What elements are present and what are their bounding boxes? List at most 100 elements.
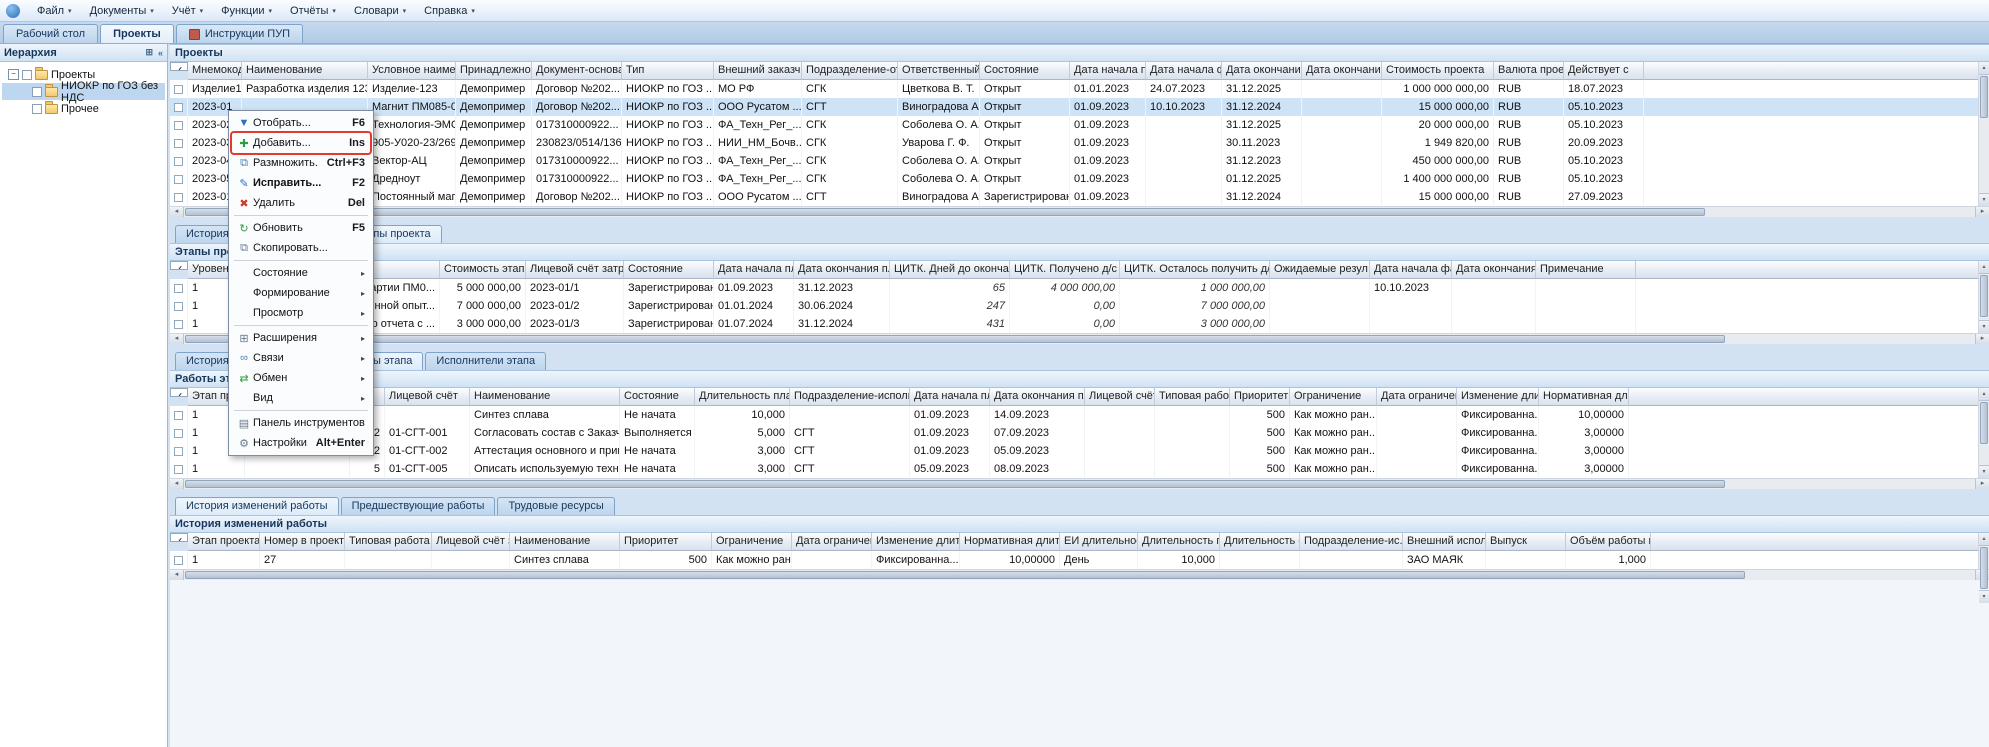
row-checkbox[interactable]: [174, 284, 183, 293]
column-header[interactable]: Валюта проекта: [1494, 62, 1564, 80]
table-row[interactable]: 1201-СГТ-001Согласовать состав с Заказчи…: [170, 424, 1989, 442]
column-header[interactable]: Дата окончания пл...: [1222, 62, 1302, 80]
column-header[interactable]: Типовая работа: [345, 533, 432, 551]
column-header[interactable]: Состояние: [624, 261, 714, 279]
scroll-down-icon[interactable]: ▾: [1979, 590, 1989, 603]
column-header[interactable]: Принадлежность: [456, 62, 532, 80]
tree-checkbox[interactable]: [32, 104, 42, 114]
row-checkbox[interactable]: [174, 139, 183, 148]
h-scroll-thumb[interactable]: [185, 480, 1725, 488]
column-header[interactable]: Дата ограничения: [1377, 388, 1457, 406]
menubar-item-accounting[interactable]: Учёт▾: [163, 3, 212, 19]
column-header[interactable]: Наименование: [242, 62, 368, 80]
tree-checkbox[interactable]: [32, 87, 42, 97]
column-header[interactable]: ЦИТК. Осталось получить д/с: [1120, 261, 1270, 279]
context-menu-item-add[interactable]: ✚Добавить...Ins: [231, 133, 371, 153]
context-menu-item-extensions[interactable]: ⊞Расширения▸: [231, 328, 371, 348]
table-row[interactable]: 2023-01Магнит ПМ085-01ДемопримерДоговор …: [170, 98, 1989, 116]
context-menu-item-copy[interactable]: ⧉Скопировать...: [231, 238, 371, 258]
column-header[interactable]: Примечание: [1536, 261, 1636, 279]
scroll-up-icon[interactable]: ▴: [1979, 62, 1989, 75]
scroll-right-icon[interactable]: ▸: [1975, 207, 1989, 217]
window-tab-pup-instructions[interactable]: Инструкции ПУП: [176, 24, 303, 43]
h-scroll-thumb[interactable]: [185, 571, 1745, 579]
menubar-item-dictionaries[interactable]: Словари▾: [345, 3, 415, 19]
column-header[interactable]: Ожидаемые резул...: [1270, 261, 1370, 279]
row-checkbox[interactable]: [174, 447, 183, 456]
column-header[interactable]: Лицевой счёт: [385, 388, 470, 406]
row-checkbox[interactable]: [174, 411, 183, 420]
h-scrollbar[interactable]: ◂▸: [170, 478, 1989, 489]
table-row[interactable]: 1201-СГТ-002Аттестация основного и приме…: [170, 442, 1989, 460]
tree-checkbox[interactable]: [22, 70, 32, 80]
menubar-item-functions[interactable]: Функции▾: [212, 3, 281, 19]
v-scroll-thumb[interactable]: [1980, 402, 1988, 444]
table-row[interactable]: Изделие123Разработка изделия 123Изделие-…: [170, 80, 1989, 98]
column-header[interactable]: Номер в проекте: [260, 533, 345, 551]
scroll-left-icon[interactable]: ◂: [170, 570, 184, 580]
column-header[interactable]: Стоимость проекта: [1382, 62, 1494, 80]
column-header[interactable]: Длительность фак...: [1220, 533, 1300, 551]
tab-labor-resources[interactable]: Трудовые ресурсы: [497, 497, 614, 515]
h-scrollbar[interactable]: ◂▸: [170, 206, 1989, 217]
column-header[interactable]: Длительность пла...: [1138, 533, 1220, 551]
column-header[interactable]: Дата начала план.: [1070, 62, 1146, 80]
table-row[interactable]: 1501-СГТ-005Описать используемую техноло…: [170, 460, 1989, 478]
column-header[interactable]: Нормативная длит...: [1539, 388, 1629, 406]
scroll-up-icon[interactable]: ▴: [1979, 388, 1989, 401]
v-scrollbar[interactable]: ▴▾: [1978, 388, 1989, 478]
panel-view-icon[interactable]: ⊞: [145, 47, 153, 58]
scroll-left-icon[interactable]: ◂: [170, 207, 184, 217]
v-scrollbar[interactable]: ▴▾: [1978, 261, 1989, 333]
column-header[interactable]: Наименование: [510, 533, 620, 551]
column-header[interactable]: Ограничение: [712, 533, 792, 551]
v-scrollbar[interactable]: ▴▾: [1978, 62, 1989, 206]
column-header[interactable]: Нормативная длит...: [960, 533, 1060, 551]
scroll-down-icon[interactable]: ▾: [1979, 465, 1989, 478]
table-row[interactable]: 1...ого отчета с ...3 000 000,002023-01/…: [170, 315, 1989, 333]
h-scrollbar[interactable]: ◂▸: [170, 333, 1989, 344]
collapse-expander-icon[interactable]: −: [8, 69, 19, 80]
row-checkbox[interactable]: [174, 85, 183, 94]
column-header[interactable]: Подразделение-от...: [802, 62, 898, 80]
menubar-item-reports[interactable]: Отчёты▾: [281, 3, 345, 19]
context-menu-item-display[interactable]: Вид▸: [231, 388, 371, 408]
table-row[interactable]: 1...й партии ПМ0...5 000 000,002023-01/1…: [170, 279, 1989, 297]
column-header[interactable]: Приоритет: [1230, 388, 1290, 406]
context-menu-item-toolbar-panel[interactable]: ▤Панель инструментов: [231, 413, 371, 433]
context-menu-item-links[interactable]: ∞Связи▸: [231, 348, 371, 368]
column-header[interactable]: Ответственный: [898, 62, 980, 80]
tree-item-niokr-goz-no-vat[interactable]: НИОКР по ГОЗ без НДС: [2, 83, 165, 100]
menubar-item-file[interactable]: Файл▾: [28, 3, 81, 19]
menubar-item-help[interactable]: Справка▾: [415, 3, 484, 19]
row-checkbox[interactable]: [174, 121, 183, 130]
row-checkbox[interactable]: [174, 302, 183, 311]
column-header[interactable]: Дата окончания план: [990, 388, 1085, 406]
v-scrollbar[interactable]: ▴▾: [1978, 533, 1989, 569]
column-header[interactable]: Дата окончания план: [794, 261, 890, 279]
context-menu-item-generation[interactable]: Формирование▸: [231, 283, 371, 303]
window-tab-projects[interactable]: Проекты: [100, 24, 174, 43]
column-header[interactable]: Состояние: [980, 62, 1070, 80]
column-header[interactable]: Наименование: [470, 388, 620, 406]
scroll-down-icon[interactable]: ▾: [1979, 193, 1989, 206]
column-header[interactable]: Дата окончания ф...: [1302, 62, 1382, 80]
column-header[interactable]: Действует с: [1564, 62, 1644, 80]
column-header[interactable]: Дата начала план: [910, 388, 990, 406]
column-header[interactable]: ЦИТК. Дней до окончания: [890, 261, 1010, 279]
column-header[interactable]: Дата окончания ф...: [1452, 261, 1536, 279]
table-row[interactable]: 1Синтез сплаваНе начата10,00001.09.20231…: [170, 406, 1989, 424]
column-header[interactable]: Мнемокод: [188, 62, 242, 80]
context-menu-item-refresh[interactable]: ↻ОбновитьF5: [231, 218, 371, 238]
tab-preceding-works[interactable]: Предшествующие работы: [341, 497, 496, 515]
column-header[interactable]: Лицевой счёт затрат.: [526, 261, 624, 279]
column-header[interactable]: Дата начала факт: [1370, 261, 1452, 279]
v-scroll-thumb[interactable]: [1980, 547, 1988, 589]
column-header[interactable]: Лицевой счёт затр...: [432, 533, 510, 551]
context-menu-item-settings[interactable]: ⚙Настройки...Alt+Enter: [231, 433, 371, 453]
column-header[interactable]: Объём работы пл...: [1566, 533, 1651, 551]
window-tab-desktop[interactable]: Рабочий стол: [3, 24, 98, 43]
context-menu-item-exchange[interactable]: ⇄Обмен▸: [231, 368, 371, 388]
table-row[interactable]: 127Синтез сплава500Как можно ран...Фикси…: [170, 551, 1989, 569]
column-header[interactable]: Изменение длител...: [1457, 388, 1539, 406]
